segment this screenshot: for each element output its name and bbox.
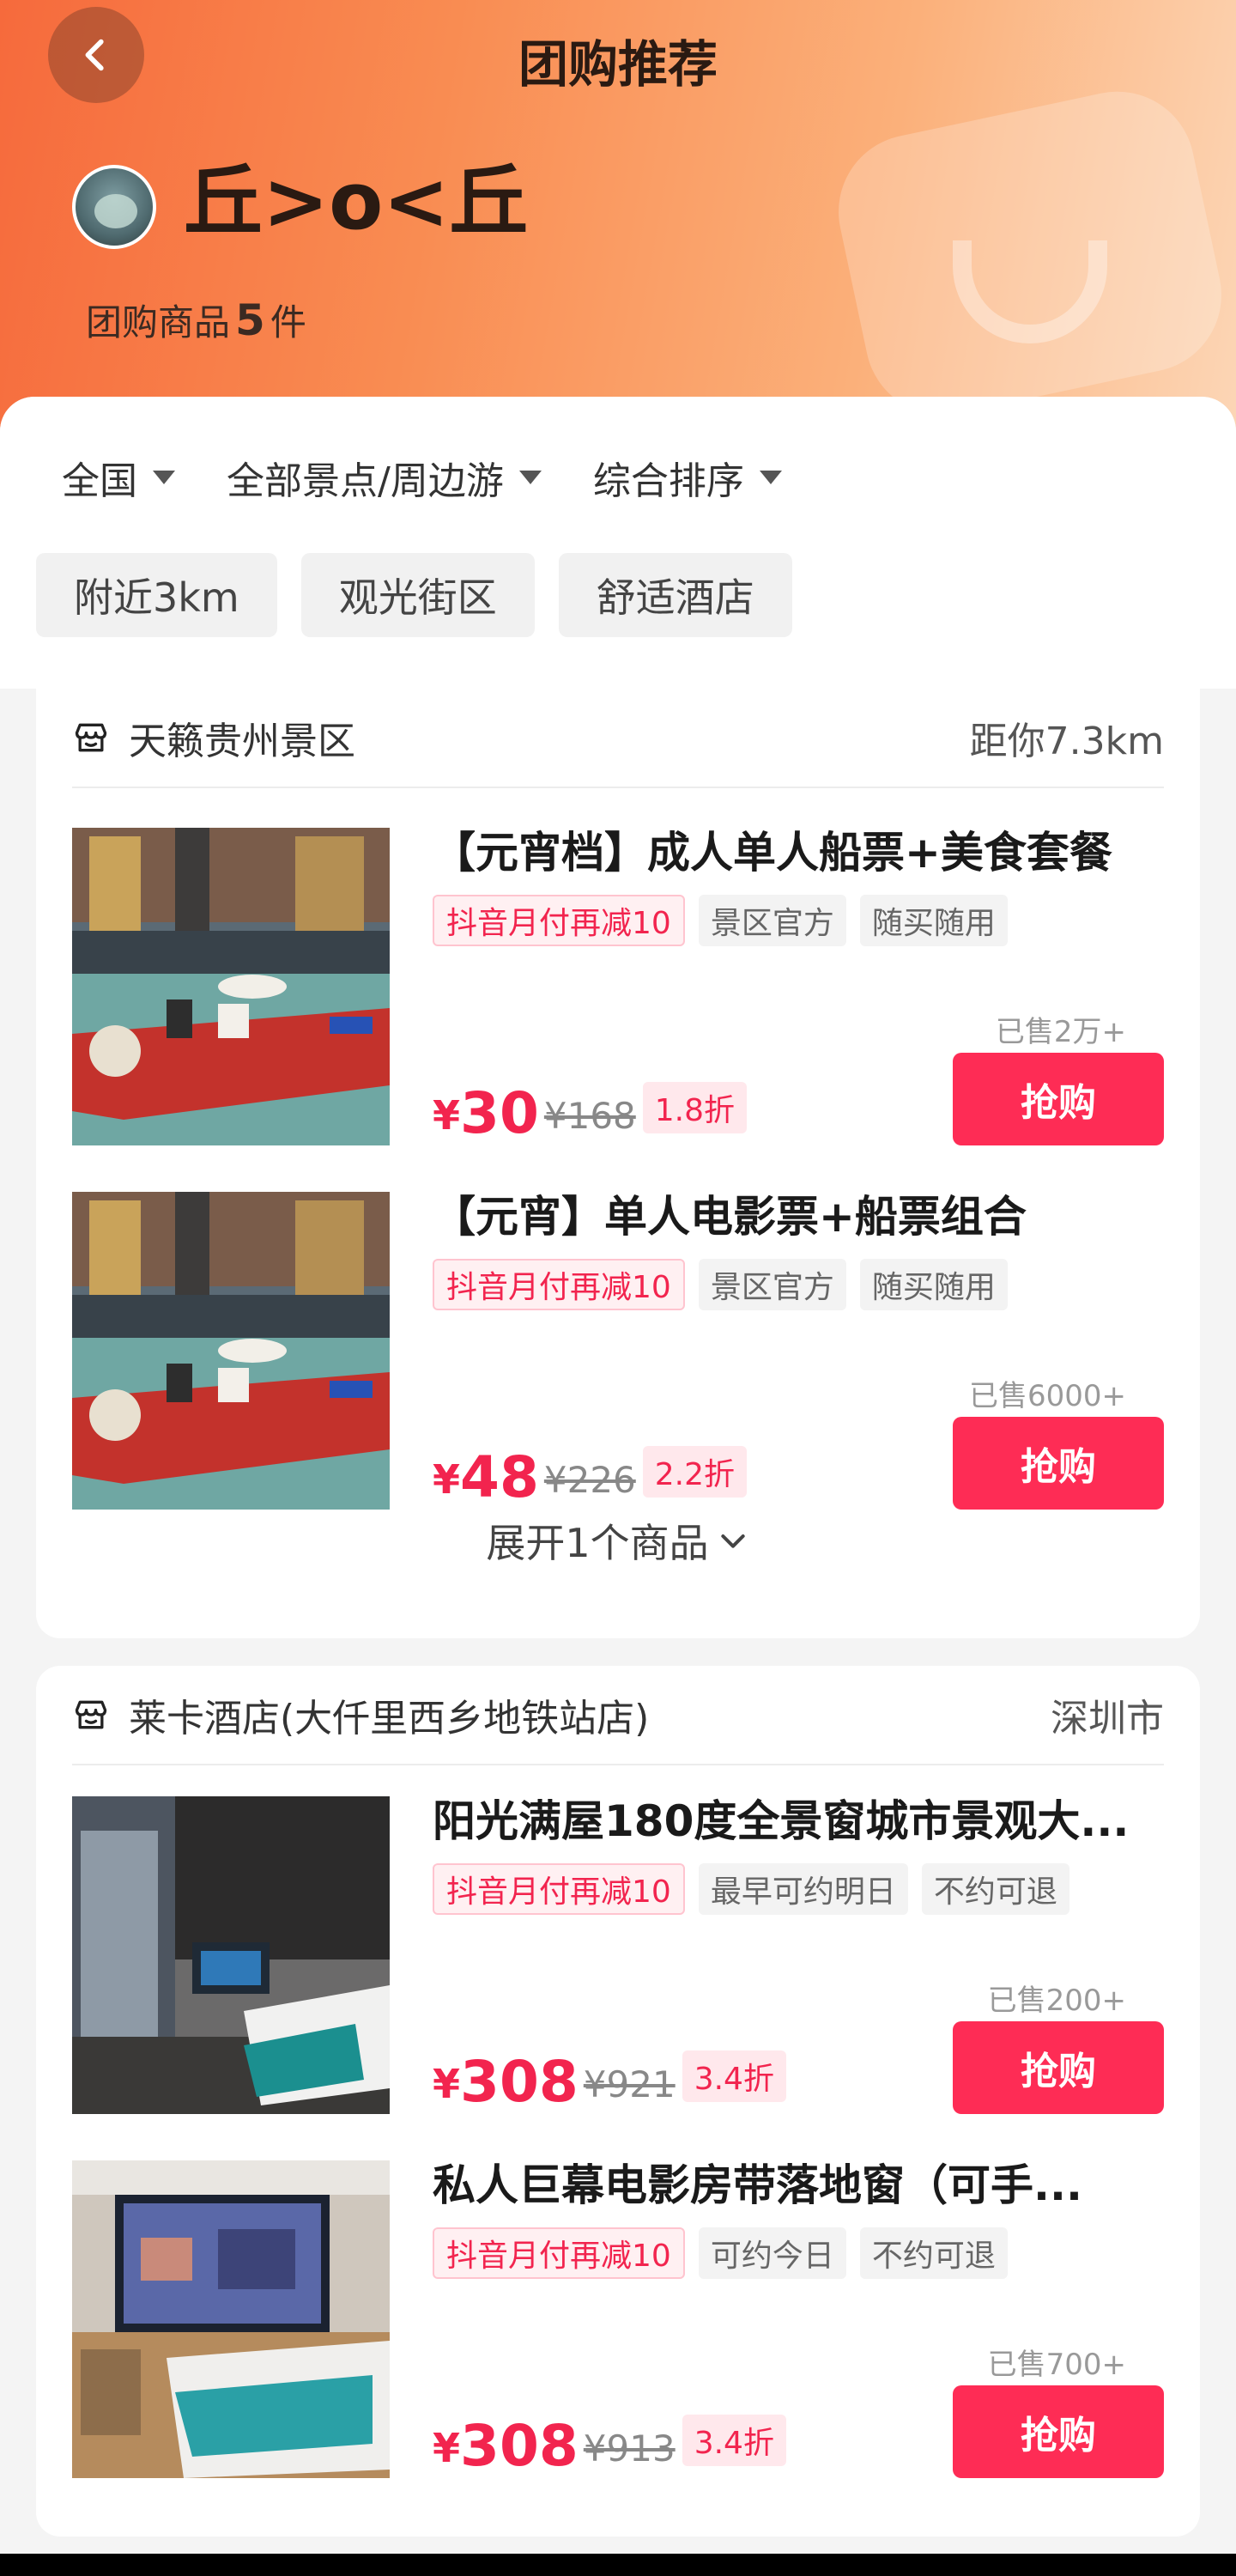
content-area: 全国 全部景点/周边游 综合排序 附近3km 观光街区 舒适酒店 天籁贵州景区 … <box>0 397 1236 2576</box>
price-row: ¥ 308 ¥921 3.4折 <box>433 2045 786 2114</box>
shop-count: 团购商品 5 件 <box>86 294 306 346</box>
currency-symbol: ¥ <box>433 2425 461 2471</box>
deal-item[interactable]: 【元宵】单人电影票+船票组合 抖音月付再减10 景区官方 随买随用 已售6000… <box>72 1192 1164 1510</box>
store-card: 天籁贵州景区 距你7.3km 【元宵档】成人单人船票+美食套餐 抖音月付再减10… <box>36 689 1200 1638</box>
header-hero: 团购推荐 丘>o<丘 团购商品 5 件 <box>0 0 1236 447</box>
filter-region[interactable]: 全国 <box>62 450 175 505</box>
current-price: 308 <box>460 2049 579 2115</box>
filter-category[interactable]: 全部景点/周边游 <box>227 450 542 505</box>
deal-thumbnail <box>72 1796 390 2114</box>
deal-info: 私人巨幕电影房带落地窗（可手... 抖音月付再减10 可约今日 不约可退 已售7… <box>433 2160 1164 2478</box>
tag: 不约可退 <box>859 2227 1008 2279</box>
avatar[interactable] <box>72 165 156 249</box>
filter-label: 全国 <box>62 459 137 503</box>
system-bottom-bar <box>0 2554 1236 2576</box>
deal-tags: 抖音月付再减10 景区官方 随买随用 <box>433 895 1164 946</box>
store-header[interactable]: 天籁贵州景区 距你7.3km <box>72 689 1164 788</box>
store-name: 天籁贵州景区 <box>129 720 355 763</box>
tag-promo: 抖音月付再减10 <box>433 895 685 946</box>
deal-item[interactable]: 私人巨幕电影房带落地窗（可手... 抖音月付再减10 可约今日 不约可退 已售7… <box>72 2160 1164 2478</box>
shop-name: 丘>o<丘 <box>184 155 529 247</box>
deal-info: 阳光满屋180度全景窗城市景观大... 抖音月付再减10 最早可约明日 不约可退… <box>433 1796 1164 2114</box>
caret-down-icon <box>759 471 782 484</box>
current-price: 30 <box>460 1080 539 1146</box>
original-price: ¥168 <box>543 1095 636 1137</box>
caret-down-icon <box>153 471 175 484</box>
deal-thumbnail <box>72 1192 390 1510</box>
original-price: ¥921 <box>583 2063 676 2105</box>
expand-label: 展开1个商品 <box>486 1520 709 1566</box>
filter-label: 综合排序 <box>592 459 744 503</box>
deal-thumbnail <box>72 2160 390 2478</box>
price-row: ¥ 308 ¥913 3.4折 <box>433 2409 786 2478</box>
deal-title: 【元宵】单人电影票+船票组合 <box>433 1192 1027 1242</box>
currency-symbol: ¥ <box>433 2061 461 2107</box>
sold-count: 已售200+ <box>987 1984 1126 2018</box>
discount-badge: 3.4折 <box>682 2050 786 2102</box>
store-header[interactable]: 莱卡酒店(大仟里西乡地铁站店) 深圳市 <box>72 1666 1164 1765</box>
tag: 不约可退 <box>921 1863 1069 1915</box>
tag-promo: 抖音月付再减10 <box>433 1863 685 1915</box>
store-card: 莱卡酒店(大仟里西乡地铁站店) 深圳市 阳光满屋180度全景窗城市景观大... <box>36 1666 1200 2537</box>
sold-count: 已售700+ <box>987 2348 1126 2382</box>
store-distance: 深圳市 <box>1051 1697 1164 1741</box>
tag: 景区官方 <box>698 1259 846 1310</box>
deal-title: 【元宵档】成人单人船票+美食套餐 <box>433 828 1112 878</box>
price-row: ¥ 30 ¥168 1.8折 <box>433 1077 748 1146</box>
deal-item[interactable]: 阳光满屋180度全景窗城市景观大... 抖音月付再减10 最早可约明日 不约可退… <box>72 1796 1164 2114</box>
store-icon <box>75 1700 107 1729</box>
deal-thumbnail <box>72 828 390 1145</box>
currency-symbol: ¥ <box>433 1092 461 1139</box>
buy-button[interactable]: 抢购 <box>953 2385 1164 2478</box>
store-distance: 距你7.3km <box>969 720 1164 763</box>
tag: 可约今日 <box>698 2227 846 2279</box>
quick-chips: 附近3km 观光街区 舒适酒店 <box>36 553 792 637</box>
tag-promo: 抖音月付再减10 <box>433 1259 685 1310</box>
tag-promo: 抖音月付再减10 <box>433 2227 685 2279</box>
deal-item[interactable]: 【元宵档】成人单人船票+美食套餐 抖音月付再减10 景区官方 随买随用 已售2万… <box>72 828 1164 1145</box>
discount-badge: 3.4折 <box>682 2415 786 2466</box>
current-price: 308 <box>460 2413 579 2479</box>
original-price: ¥913 <box>583 2427 676 2470</box>
tag: 最早可约明日 <box>698 1863 908 1915</box>
count-unit: 件 <box>270 301 306 343</box>
buy-button[interactable]: 抢购 <box>953 1053 1164 1145</box>
filter-bar: 全国 全部景点/周边游 综合排序 <box>62 450 782 505</box>
sold-count: 已售2万+ <box>995 1015 1126 1049</box>
filter-panel: 全国 全部景点/周边游 综合排序 附近3km 观光街区 舒适酒店 <box>0 397 1236 689</box>
chevron-down-icon <box>720 1534 745 1548</box>
tag: 随买随用 <box>859 1259 1008 1310</box>
chip-street[interactable]: 观光街区 <box>300 553 535 637</box>
sold-count: 已售6000+ <box>968 1379 1126 1413</box>
discount-badge: 1.8折 <box>642 1082 748 1133</box>
deal-title: 私人巨幕电影房带落地窗（可手... <box>433 2160 1082 2210</box>
filter-label: 全部景点/周边游 <box>227 459 504 503</box>
deal-info: 【元宵】单人电影票+船票组合 抖音月付再减10 景区官方 随买随用 已售6000… <box>433 1192 1164 1510</box>
deal-tags: 抖音月付再减10 景区官方 随买随用 <box>433 1259 1164 1310</box>
deal-tags: 抖音月付再减10 可约今日 不约可退 <box>433 2227 1164 2279</box>
buy-button[interactable]: 抢购 <box>953 2021 1164 2114</box>
caret-down-icon <box>518 471 542 484</box>
filter-sort[interactable]: 综合排序 <box>593 450 782 505</box>
chip-nearby[interactable]: 附近3km <box>36 553 277 637</box>
tag: 景区官方 <box>698 895 846 946</box>
count-label: 团购商品 <box>86 301 231 343</box>
page-title: 团购推荐 <box>518 35 718 94</box>
store-name: 莱卡酒店(大仟里西乡地铁站店) <box>129 1697 650 1741</box>
deal-title: 阳光满屋180度全景窗城市景观大... <box>433 1796 1130 1846</box>
count-value: 5 <box>235 295 265 345</box>
expand-more-button[interactable]: 展开1个商品 <box>36 1489 1200 1592</box>
store-icon <box>75 723 107 752</box>
chip-hotel[interactable]: 舒适酒店 <box>558 553 792 637</box>
deal-info: 【元宵档】成人单人船票+美食套餐 抖音月付再减10 景区官方 随买随用 已售2万… <box>433 828 1164 1145</box>
tag: 随买随用 <box>859 895 1008 946</box>
deal-tags: 抖音月付再减10 最早可约明日 不约可退 <box>433 1863 1164 1915</box>
